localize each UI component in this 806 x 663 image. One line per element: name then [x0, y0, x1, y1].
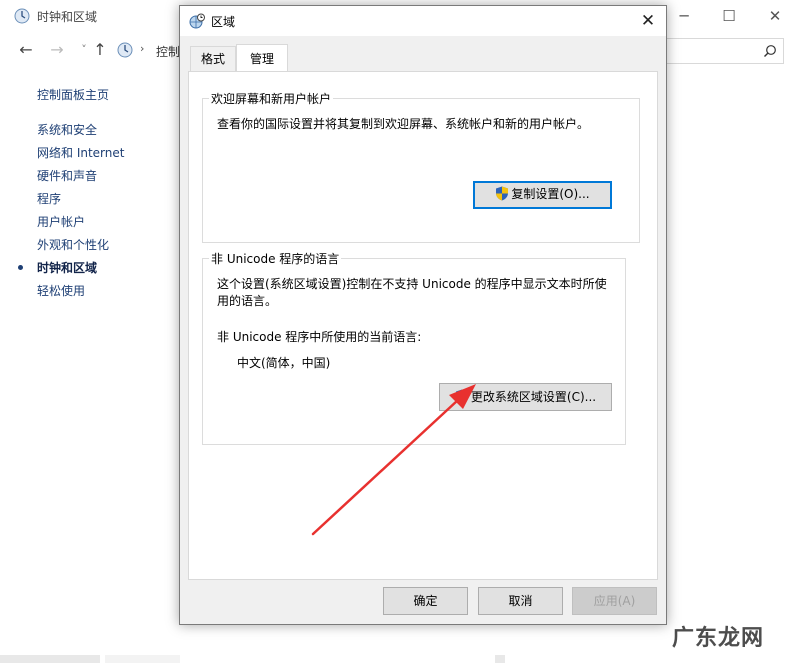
- forward-arrow-icon[interactable]: →: [47, 38, 67, 62]
- breadcrumb-chevron-icon: ›: [140, 42, 145, 55]
- dialog-titlebar: 区域 ✕: [180, 6, 666, 36]
- sidebar-item-ease-of-access[interactable]: 轻松使用: [37, 282, 85, 299]
- close-icon[interactable]: ✕: [630, 6, 666, 36]
- group-legend: 非 Unicode 程序的语言: [209, 250, 342, 267]
- group-description: 这个设置(系统区域设置)控制在不支持 Unicode 的程序中显示文本时所使用的…: [217, 277, 607, 308]
- tab-panel-administrative: 欢迎屏幕和新用户帐户 查看你的国际设置并将其复制到欢迎屏幕、系统帐户和新的用户帐…: [188, 71, 658, 580]
- non-unicode-group: 非 Unicode 程序的语言 这个设置(系统区域设置)控制在不支持 Unico…: [202, 250, 626, 445]
- watermark: 广东龙网: [672, 626, 765, 651]
- sidebar-item-hardware[interactable]: 硬件和声音: [37, 167, 97, 184]
- minimize-icon[interactable]: ─: [674, 6, 694, 26]
- cancel-button[interactable]: 取消: [478, 587, 563, 615]
- up-arrow-icon[interactable]: ↑: [90, 38, 110, 62]
- group-legend: 欢迎屏幕和新用户帐户: [209, 90, 334, 107]
- sidebar-item-users[interactable]: 用户帐户: [37, 213, 85, 230]
- tab-administrative[interactable]: 管理: [236, 44, 288, 71]
- sidebar-item-label: 时钟和区域: [37, 261, 98, 275]
- sidebar-item-network[interactable]: 网络和 Internet: [37, 144, 124, 161]
- active-bullet: [18, 265, 23, 270]
- current-language-value: 中文(简体，中国): [237, 356, 331, 370]
- bg-window-title: 时钟和区域: [37, 10, 98, 24]
- clock-globe-icon: [14, 8, 30, 24]
- sidebar-item-security[interactable]: 系统和安全: [37, 121, 97, 138]
- tab-format[interactable]: 格式: [190, 46, 236, 71]
- sidebar-item-programs[interactable]: 程序: [37, 190, 61, 207]
- control-panel-icon: [117, 42, 133, 58]
- group-description: 查看你的国际设置并将其复制到欢迎屏幕、系统帐户和新的用户帐户。: [217, 117, 590, 131]
- back-arrow-icon[interactable]: ←: [16, 38, 36, 62]
- uac-shield-icon: [496, 186, 509, 201]
- bottom-strip: [495, 655, 505, 663]
- region-dialog: 区域 ✕ 格式 管理 欢迎屏幕和新用户帐户 查看你的国际设置并将其复制到欢迎屏幕…: [179, 5, 667, 625]
- close-icon[interactable]: ✕: [765, 6, 785, 26]
- sidebar-item-clock-region[interactable]: 时钟和区域: [18, 259, 98, 276]
- bottom-strip: [0, 655, 100, 663]
- bottom-strip: [105, 655, 180, 663]
- search-icon[interactable]: [763, 44, 777, 58]
- current-language-label: 非 Unicode 程序中所使用的当前语言:: [217, 330, 422, 344]
- apply-button[interactable]: 应用(A): [572, 587, 657, 615]
- globe-clock-icon: [189, 13, 205, 29]
- button-label: 复制设置(O)...: [511, 187, 590, 201]
- sidebar-item-appearance[interactable]: 外观和个性化: [37, 236, 109, 253]
- ok-button[interactable]: 确定: [383, 587, 468, 615]
- sidebar-item-home[interactable]: 控制面板主页: [37, 86, 109, 103]
- breadcrumb[interactable]: 控制: [156, 43, 180, 60]
- button-label: 更改系统区域设置(C)...: [470, 390, 597, 404]
- maximize-icon[interactable]: ☐: [719, 6, 739, 26]
- address-bar[interactable]: › 控制: [113, 38, 183, 62]
- copy-settings-button[interactable]: 复制设置(O)...: [473, 181, 612, 209]
- search-box[interactable]: [666, 38, 784, 64]
- uac-shield-icon: [455, 389, 468, 404]
- dialog-title: 区域: [211, 15, 236, 29]
- change-system-locale-button[interactable]: 更改系统区域设置(C)...: [439, 383, 612, 411]
- welcome-screen-group: 欢迎屏幕和新用户帐户 查看你的国际设置并将其复制到欢迎屏幕、系统帐户和新的用户帐…: [202, 90, 640, 243]
